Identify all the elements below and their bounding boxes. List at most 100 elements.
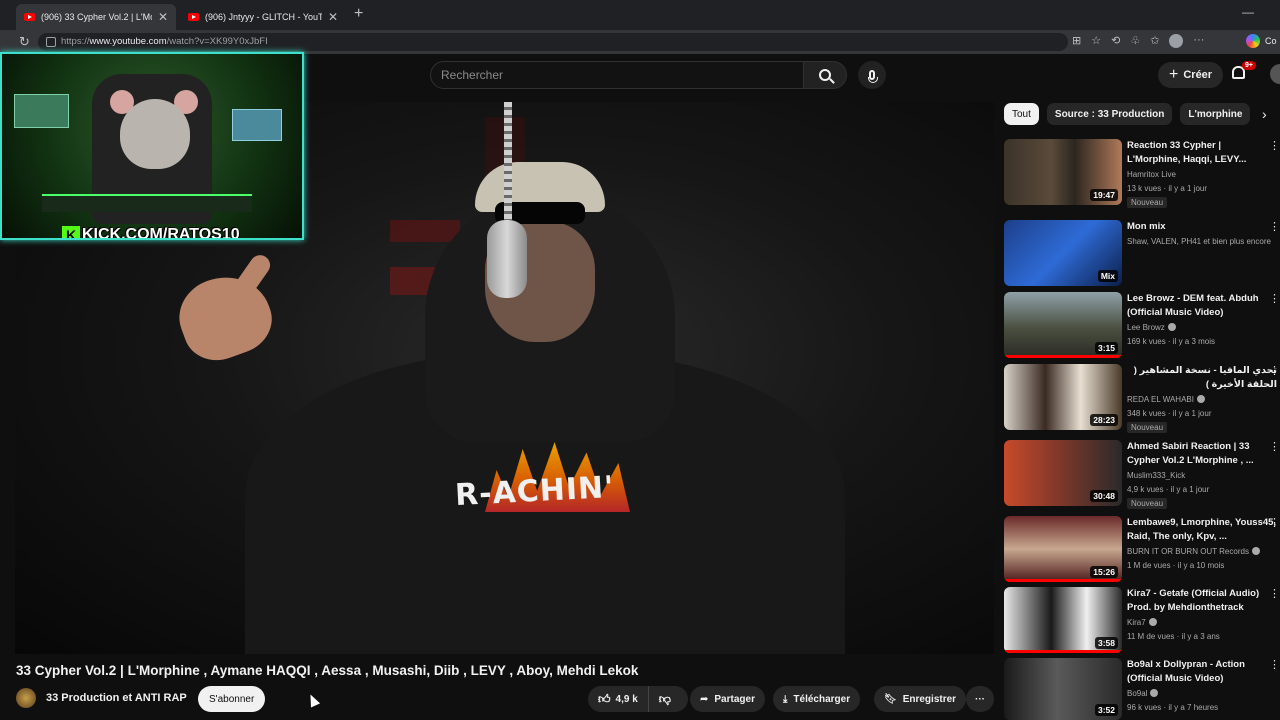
- overlay-monitor: [14, 94, 69, 128]
- tab-actions-icon[interactable]: ⊞: [1072, 34, 1081, 48]
- more-options-icon[interactable]: ⋮: [1269, 292, 1280, 305]
- new-badge: Nouveau: [1127, 197, 1168, 208]
- video-thumbnail[interactable]: 19:47: [1004, 139, 1122, 205]
- rec-channel[interactable]: Bo9al: [1127, 689, 1159, 698]
- plus-icon: +: [1169, 66, 1179, 83]
- channel-name[interactable]: 33 Production et ANTI RAP: [46, 692, 187, 704]
- more-options-icon[interactable]: ⋮: [1269, 220, 1280, 233]
- copilot-button[interactable]: Co: [1246, 34, 1277, 48]
- rec-title[interactable]: تحدي المافيا - نسخة المشاهير ( الحلقة ال…: [1127, 364, 1277, 392]
- mouse-cursor-icon: [305, 692, 321, 708]
- extensions-icon[interactable]: ⟲: [1111, 34, 1120, 48]
- video-thumbnail[interactable]: 15:26: [1004, 516, 1122, 582]
- more-options-icon[interactable]: ⋮: [1269, 139, 1280, 152]
- video-thumbnail[interactable]: 28:23: [1004, 364, 1122, 430]
- account-avatar[interactable]: [1270, 64, 1280, 84]
- like-button[interactable]: 👍︎ 4,9 k: [588, 686, 649, 712]
- recommendation-item[interactable]: 3:58 Kira7 - Getafe (Official Audio) Pro…: [1004, 587, 1280, 653]
- video-title: 33 Cypher Vol.2 | L'Morphine , Aymane HA…: [16, 663, 639, 678]
- mix-badge: Mix: [1097, 270, 1118, 282]
- more-options-icon[interactable]: ⋮: [1269, 587, 1280, 600]
- video-thumbnail[interactable]: 3:52: [1004, 658, 1122, 720]
- chip-lmorphine[interactable]: L'morphine: [1180, 103, 1251, 125]
- verified-icon: [1196, 395, 1205, 403]
- rec-meta: 348 k vues · il y a 1 jour: [1127, 409, 1212, 418]
- recommendation-item[interactable]: Mix Mon mix Shaw, VALEN, PH41 et bien pl…: [1004, 220, 1280, 286]
- reload-icon[interactable]: ↻: [19, 34, 30, 50]
- video-thumbnail[interactable]: 3:58: [1004, 587, 1122, 653]
- download-button[interactable]: ⤓ Télécharger: [773, 686, 861, 712]
- notifications-button[interactable]: 9+: [1232, 61, 1256, 82]
- rec-title[interactable]: Reaction 33 Cypher | L'Morphine, Haqqi, …: [1127, 139, 1277, 167]
- recommendation-item[interactable]: 3:15 Lee Browz - DEM feat. Abduh (Offici…: [1004, 292, 1280, 358]
- video-thumbnail[interactable]: 3:15: [1004, 292, 1122, 358]
- rec-title[interactable]: Lembawe9, Lmorphine, Youss45, Raid, The …: [1127, 516, 1277, 544]
- rec-title[interactable]: Ahmed Sabiri Reaction | 33 Cypher Vol.2 …: [1127, 440, 1277, 468]
- new-tab-icon[interactable]: +: [354, 5, 363, 23]
- rec-title[interactable]: Lee Browz - DEM feat. Abduh (Official Mu…: [1127, 292, 1277, 320]
- more-options-icon[interactable]: ⋮: [1269, 364, 1280, 377]
- recommendation-item[interactable]: 15:26 Lembawe9, Lmorphine, Youss45, Raid…: [1004, 516, 1280, 582]
- rec-channel[interactable]: BURN IT OR BURN OUT Records: [1127, 547, 1260, 556]
- rec-meta: 11 M de vues · il y a 3 ans: [1127, 632, 1220, 641]
- bookmark-icon: 🔖︎: [884, 693, 897, 705]
- address-bar[interactable]: https://www.youtube.com/watch?v=XK99Y0xJ…: [38, 33, 1068, 51]
- duration-badge: 3:15: [1094, 342, 1118, 354]
- thumbs-up-icon: 👍︎: [598, 691, 611, 706]
- share-button[interactable]: ➦ Partager: [690, 686, 765, 712]
- rec-channel[interactable]: Hamritox Live: [1127, 170, 1176, 179]
- rec-meta: 13 k vues · il y a 1 jour: [1127, 184, 1208, 193]
- rec-channel[interactable]: Shaw, VALEN, PH41 et bien plus encore: [1127, 237, 1271, 246]
- download-icon: ⤓: [783, 693, 788, 705]
- tab-close-icon[interactable]: ✕: [158, 10, 168, 24]
- puzzle-icon[interactable]: ♧: [1130, 34, 1140, 48]
- tab-close-icon[interactable]: ✕: [328, 10, 338, 24]
- profile-avatar[interactable]: [1169, 34, 1184, 48]
- save-label: Enregistrer: [902, 693, 957, 705]
- chip-source[interactable]: Source : 33 Production: [1046, 103, 1173, 125]
- watch-progress: [1004, 355, 1122, 358]
- rec-title[interactable]: Kira7 - Getafe (Official Audio) Prod. by…: [1127, 587, 1277, 615]
- kick-url: KICK.COM/RATOS10: [82, 226, 240, 240]
- search-button[interactable]: [803, 61, 847, 89]
- more-options-icon[interactable]: ⋮: [1269, 440, 1280, 453]
- kick-k-icon: K: [62, 226, 80, 238]
- watch-progress: [1004, 579, 1122, 582]
- video-thumbnail[interactable]: Mix: [1004, 220, 1122, 286]
- favorite-star-icon[interactable]: ☆: [1091, 34, 1101, 48]
- copilot-icon: [1246, 34, 1260, 48]
- minimize-icon[interactable]: —: [1242, 5, 1254, 19]
- duration-badge: 3:52: [1094, 704, 1118, 716]
- more-menu-icon[interactable]: ···: [1193, 34, 1204, 48]
- rec-channel[interactable]: Kira7: [1127, 618, 1157, 627]
- rec-title[interactable]: Mon mix: [1127, 220, 1277, 234]
- more-options-icon[interactable]: ⋮: [1269, 658, 1280, 671]
- recommendation-item[interactable]: 3:52 Bo9al x Dollypran - Action (Officia…: [1004, 658, 1280, 720]
- dislike-button[interactable]: 👎︎: [649, 692, 681, 707]
- search-input[interactable]: [431, 62, 803, 88]
- channel-avatar[interactable]: [16, 688, 36, 708]
- recommendation-item[interactable]: 28:23 تحدي المافيا - نسخة المشاهير ( الح…: [1004, 364, 1280, 433]
- video-thumbnail[interactable]: 30:48: [1004, 440, 1122, 506]
- rec-channel[interactable]: Muslim333_Kick: [1127, 471, 1185, 480]
- rec-title[interactable]: Bo9al x Dollypran - Action (Official Mus…: [1127, 658, 1277, 686]
- chevron-right-icon[interactable]: ›: [1262, 106, 1267, 122]
- favorites-icon[interactable]: ✩: [1150, 34, 1159, 48]
- create-button[interactable]: + Créer: [1158, 62, 1224, 88]
- more-options-icon[interactable]: ⋮: [1269, 516, 1280, 529]
- recommendation-item[interactable]: 19:47 Reaction 33 Cypher | L'Morphine, H…: [1004, 139, 1280, 208]
- browser-tab[interactable]: (906) Jntyyy - GLITCH - YouTube ✕: [180, 4, 346, 30]
- voice-search-button[interactable]: [858, 61, 886, 89]
- chip-all[interactable]: Tout: [1004, 103, 1039, 125]
- browser-tab-active[interactable]: (906) 33 Cypher Vol.2 | L'Morphine ✕: [16, 4, 176, 30]
- duration-badge: 28:23: [1090, 414, 1118, 426]
- save-button[interactable]: 🔖︎ Enregistrer: [874, 686, 967, 712]
- recommendation-item[interactable]: 30:48 Ahmed Sabiri Reaction | 33 Cypher …: [1004, 440, 1280, 509]
- site-info-icon[interactable]: [46, 37, 56, 47]
- rec-channel[interactable]: Lee Browz: [1127, 323, 1176, 332]
- overlay-monitor: [232, 109, 282, 141]
- create-label: Créer: [1183, 69, 1213, 81]
- rec-channel[interactable]: REDA EL WAHABI: [1127, 395, 1205, 404]
- more-actions-button[interactable]: ···: [966, 686, 994, 712]
- subscribe-button[interactable]: S'abonner: [198, 686, 266, 712]
